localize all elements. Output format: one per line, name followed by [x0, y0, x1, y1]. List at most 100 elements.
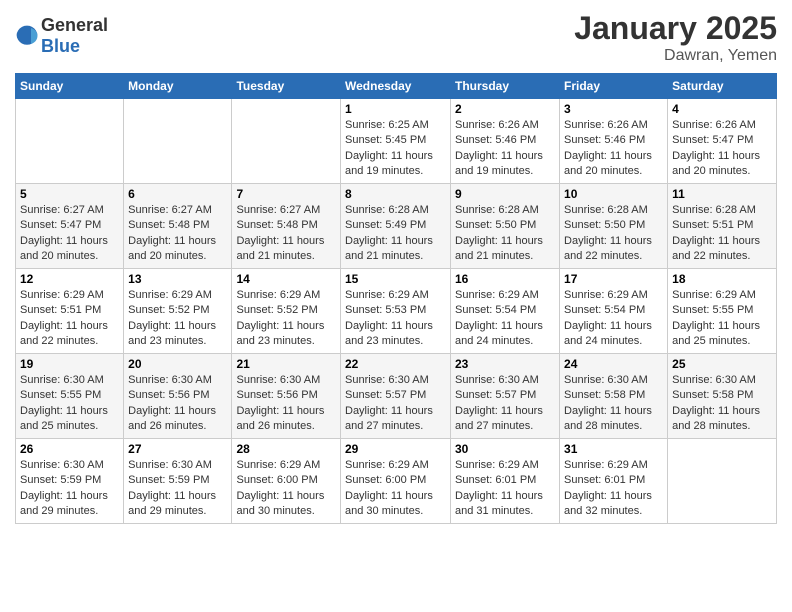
day-info: Sunrise: 6:26 AM Sunset: 5:46 PM Dayligh…	[564, 118, 663, 180]
day-info: Sunrise: 6:25 AM Sunset: 5:45 PM Dayligh…	[345, 118, 446, 180]
day-number: 18	[672, 272, 772, 286]
calendar-cell: 1 Sunrise: 6:25 AM Sunset: 5:45 PM Daylig…	[341, 99, 451, 184]
day-number: 21	[236, 357, 336, 371]
calendar-cell: 8Sunrise: 6:28 AM Sunset: 5:49 PM Daylig…	[341, 184, 451, 269]
calendar-cell: 4 Sunrise: 6:26 AM Sunset: 5:47 PM Daylig…	[668, 99, 777, 184]
day-number: 3	[564, 102, 663, 116]
col-monday: Monday	[124, 74, 232, 99]
day-number: 12	[20, 272, 119, 286]
day-number: 7	[236, 187, 336, 201]
day-number: 5	[20, 187, 119, 201]
col-saturday: Saturday	[668, 74, 777, 99]
calendar-week-row-4: 19 Sunrise: 6:30 AM Sunset: 5:55 PM Dayli…	[16, 354, 777, 439]
day-number: 25	[672, 357, 772, 371]
day-number: 13	[128, 272, 227, 286]
calendar-cell: 17 Sunrise: 6:29 AM Sunset: 5:54 PM Dayli…	[560, 269, 668, 354]
day-info: Sunrise: 6:29 AM Sunset: 5:52 PM Dayligh…	[128, 288, 227, 350]
logo-text-blue: Blue	[41, 36, 80, 56]
day-info: Sunrise: 6:30 AM Sunset: 5:57 PM Dayligh…	[345, 373, 446, 435]
day-number: 24	[564, 357, 663, 371]
day-info: Sunrise: 6:29 AM Sunset: 6:00 PM Dayligh…	[236, 458, 336, 520]
day-number: 8	[345, 187, 446, 201]
calendar-cell	[124, 99, 232, 184]
day-number: 29	[345, 442, 446, 456]
day-info: Sunrise: 6:29 AM Sunset: 6:01 PM Dayligh…	[455, 458, 555, 520]
calendar-cell: 22Sunrise: 6:30 AM Sunset: 5:57 PM Dayli…	[341, 354, 451, 439]
calendar-cell: 10 Sunrise: 6:28 AM Sunset: 5:50 PM Dayli…	[560, 184, 668, 269]
day-info: Sunrise: 6:30 AM Sunset: 5:56 PM Dayligh…	[236, 373, 336, 435]
day-info: Sunrise: 6:29 AM Sunset: 5:51 PM Dayligh…	[20, 288, 119, 350]
calendar-week-row-3: 12 Sunrise: 6:29 AM Sunset: 5:51 PM Dayli…	[16, 269, 777, 354]
day-number: 28	[236, 442, 336, 456]
day-info: Sunrise: 6:29 AM Sunset: 5:54 PM Dayligh…	[455, 288, 555, 350]
logo-text-general: General	[41, 15, 108, 35]
calendar-cell: 28 Sunrise: 6:29 AM Sunset: 6:00 PM Dayli…	[232, 439, 341, 524]
day-number: 20	[128, 357, 227, 371]
day-number: 30	[455, 442, 555, 456]
col-sunday: Sunday	[16, 74, 124, 99]
day-info: Sunrise: 6:28 AM Sunset: 5:50 PM Dayligh…	[455, 203, 555, 265]
calendar-cell: 3 Sunrise: 6:26 AM Sunset: 5:46 PM Daylig…	[560, 99, 668, 184]
day-info: Sunrise: 6:30 AM Sunset: 5:55 PM Dayligh…	[20, 373, 119, 435]
day-info: Sunrise: 6:26 AM Sunset: 5:47 PM Dayligh…	[672, 118, 772, 180]
calendar-table: Sunday Monday Tuesday Wednesday Thursday…	[15, 73, 777, 524]
calendar-week-row-1: 1 Sunrise: 6:25 AM Sunset: 5:45 PM Daylig…	[16, 99, 777, 184]
calendar-week-row-2: 5 Sunrise: 6:27 AM Sunset: 5:47 PM Daylig…	[16, 184, 777, 269]
day-number: 14	[236, 272, 336, 286]
day-info: Sunrise: 6:29 AM Sunset: 6:01 PM Dayligh…	[564, 458, 663, 520]
col-tuesday: Tuesday	[232, 74, 341, 99]
day-number: 26	[20, 442, 119, 456]
page-container: General Blue January 2025 Dawran, Yemen …	[0, 0, 792, 534]
col-thursday: Thursday	[451, 74, 560, 99]
day-info: Sunrise: 6:30 AM Sunset: 5:56 PM Dayligh…	[128, 373, 227, 435]
calendar-cell: 30 Sunrise: 6:29 AM Sunset: 6:01 PM Dayli…	[451, 439, 560, 524]
calendar-cell: 13 Sunrise: 6:29 AM Sunset: 5:52 PM Dayli…	[124, 269, 232, 354]
day-number: 19	[20, 357, 119, 371]
calendar-header-row: Sunday Monday Tuesday Wednesday Thursday…	[16, 74, 777, 99]
day-info: Sunrise: 6:30 AM Sunset: 5:57 PM Dayligh…	[455, 373, 555, 435]
day-number: 1	[345, 102, 446, 116]
day-number: 4	[672, 102, 772, 116]
day-number: 11	[672, 187, 772, 201]
day-info: Sunrise: 6:30 AM Sunset: 5:58 PM Dayligh…	[672, 373, 772, 435]
day-number: 9	[455, 187, 555, 201]
day-number: 27	[128, 442, 227, 456]
day-info: Sunrise: 6:30 AM Sunset: 5:58 PM Dayligh…	[564, 373, 663, 435]
calendar-cell: 15 Sunrise: 6:29 AM Sunset: 5:53 PM Dayli…	[341, 269, 451, 354]
day-number: 10	[564, 187, 663, 201]
day-info: Sunrise: 6:29 AM Sunset: 5:55 PM Dayligh…	[672, 288, 772, 350]
calendar-cell: 25 Sunrise: 6:30 AM Sunset: 5:58 PM Dayli…	[668, 354, 777, 439]
day-info: Sunrise: 6:30 AM Sunset: 5:59 PM Dayligh…	[20, 458, 119, 520]
location: Dawran, Yemen	[574, 47, 777, 65]
day-info: Sunrise: 6:29 AM Sunset: 5:54 PM Dayligh…	[564, 288, 663, 350]
logo-icon	[15, 24, 39, 48]
day-info: Sunrise: 6:27 AM Sunset: 5:48 PM Dayligh…	[236, 203, 336, 265]
month-title: January 2025	[574, 10, 777, 47]
day-info: Sunrise: 6:27 AM Sunset: 5:48 PM Dayligh…	[128, 203, 227, 265]
calendar-cell: 21 Sunrise: 6:30 AM Sunset: 5:56 PM Dayli…	[232, 354, 341, 439]
day-number: 6	[128, 187, 227, 201]
day-info: Sunrise: 6:28 AM Sunset: 5:50 PM Dayligh…	[564, 203, 663, 265]
day-info: Sunrise: 6:27 AM Sunset: 5:47 PM Dayligh…	[20, 203, 119, 265]
calendar-cell: 2Sunrise: 6:26 AM Sunset: 5:46 PM Daylig…	[451, 99, 560, 184]
calendar-cell	[232, 99, 341, 184]
calendar-cell	[16, 99, 124, 184]
title-block: January 2025 Dawran, Yemen	[574, 10, 777, 65]
calendar-cell: 31Sunrise: 6:29 AM Sunset: 6:01 PM Dayli…	[560, 439, 668, 524]
day-info: Sunrise: 6:29 AM Sunset: 5:53 PM Dayligh…	[345, 288, 446, 350]
calendar-week-row-5: 26 Sunrise: 6:30 AM Sunset: 5:59 PM Dayli…	[16, 439, 777, 524]
day-number: 17	[564, 272, 663, 286]
day-number: 16	[455, 272, 555, 286]
calendar-cell: 18 Sunrise: 6:29 AM Sunset: 5:55 PM Dayli…	[668, 269, 777, 354]
calendar-cell: 29Sunrise: 6:29 AM Sunset: 6:00 PM Dayli…	[341, 439, 451, 524]
calendar-cell: 26 Sunrise: 6:30 AM Sunset: 5:59 PM Dayli…	[16, 439, 124, 524]
col-friday: Friday	[560, 74, 668, 99]
day-number: 15	[345, 272, 446, 286]
day-number: 23	[455, 357, 555, 371]
calendar-cell: 14Sunrise: 6:29 AM Sunset: 5:52 PM Dayli…	[232, 269, 341, 354]
day-number: 2	[455, 102, 555, 116]
logo: General Blue	[15, 15, 108, 57]
calendar-cell: 16 Sunrise: 6:29 AM Sunset: 5:54 PM Dayli…	[451, 269, 560, 354]
day-info: Sunrise: 6:30 AM Sunset: 5:59 PM Dayligh…	[128, 458, 227, 520]
calendar-cell: 11Sunrise: 6:28 AM Sunset: 5:51 PM Dayli…	[668, 184, 777, 269]
